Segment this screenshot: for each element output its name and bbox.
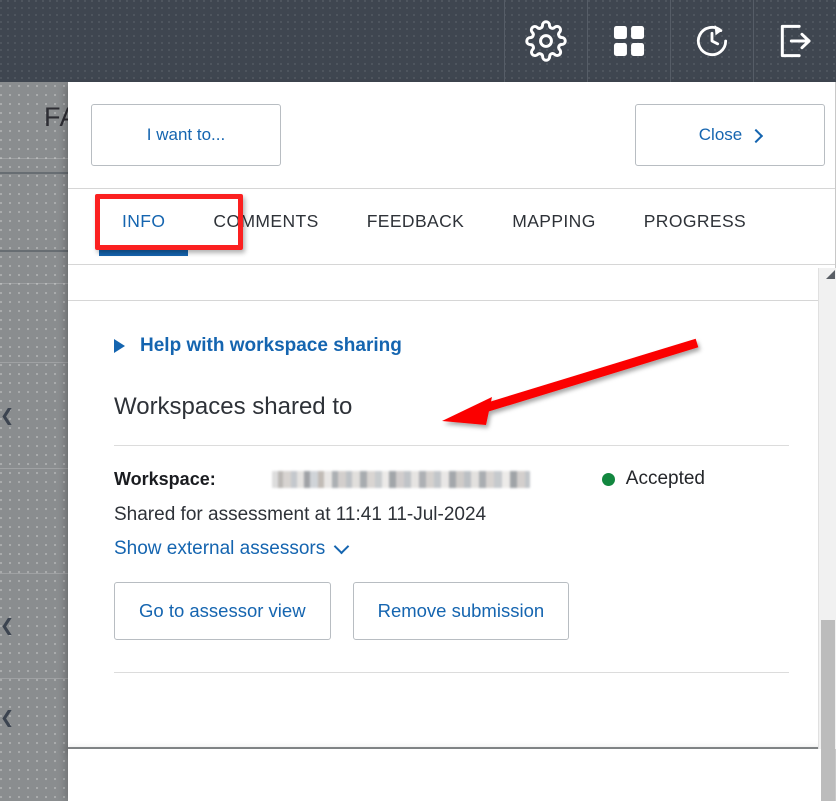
- status-dot-icon: [601, 472, 615, 486]
- i-want-to-label: I want to...: [146, 125, 226, 144]
- close-button[interactable]: Close: [635, 104, 825, 166]
- shared-for-assessment-text: Shared for assessment at 11:41 11-Jul-20…: [114, 504, 487, 525]
- tab-bar: INFO COMMENTS FEEDBACK MAPPING PROGRESS: [68, 188, 835, 265]
- settings-button[interactable]: [504, 0, 587, 82]
- go-to-assessor-view-button[interactable]: Go to assessor view: [114, 582, 331, 640]
- tab-comments-label: COMMENTS: [213, 211, 319, 231]
- apps-button[interactable]: [587, 0, 670, 82]
- gear-icon: [525, 20, 567, 62]
- workspace-actions: Go to assessor view Remove submission: [114, 582, 789, 640]
- chevron-left-icon[interactable]: ❮: [0, 407, 14, 425]
- tab-info[interactable]: INFO: [98, 189, 189, 264]
- close-label: Close: [698, 125, 743, 144]
- workspace-name-redacted: [272, 470, 530, 488]
- top-toolbar: [0, 0, 836, 82]
- app-root: FA ❮ ❮ ❮ I want to... Close INFO COMMENT…: [0, 0, 836, 801]
- clock-refresh-icon: [692, 21, 732, 61]
- workspace-entry-divider: [114, 672, 789, 673]
- panel-scrollbar[interactable]: [818, 268, 836, 801]
- info-tab-panel: Help with workspace sharing Workspaces s…: [68, 265, 835, 747]
- chevron-left-icon[interactable]: ❮: [0, 617, 14, 635]
- tab-feedback[interactable]: FEEDBACK: [343, 189, 489, 264]
- remove-submission-label: Remove submission: [377, 600, 545, 621]
- scrollbar-thumb[interactable]: [821, 620, 835, 801]
- chevron-left-icon[interactable]: ❮: [0, 709, 14, 727]
- tab-progress-label: PROGRESS: [643, 211, 747, 231]
- chevron-right-icon: [749, 128, 764, 144]
- scroll-up-arrow-icon[interactable]: [826, 270, 835, 279]
- section-title: Workspaces shared to: [114, 393, 353, 420]
- tab-comments[interactable]: COMMENTS: [189, 189, 342, 264]
- go-to-assessor-view-label: Go to assessor view: [139, 600, 306, 621]
- modal-footer-area: [68, 749, 836, 801]
- tab-feedback-label: FEEDBACK: [366, 211, 465, 231]
- chevron-down-icon: [333, 538, 350, 554]
- panel-content: Help with workspace sharing Workspaces s…: [68, 301, 835, 673]
- i-want-to-button[interactable]: I want to...: [91, 104, 281, 166]
- history-button[interactable]: [670, 0, 753, 82]
- info-panel-modal: I want to... Close INFO COMMENTS FEEDBAC…: [68, 82, 836, 749]
- logout-button[interactable]: [753, 0, 836, 82]
- modal-header: I want to... Close: [68, 82, 835, 188]
- panel-top-strip: [68, 265, 835, 301]
- status-badge: Accepted: [601, 468, 789, 490]
- section-divider: [114, 445, 789, 446]
- tab-info-label: INFO: [122, 211, 166, 231]
- status-label: Accepted: [625, 468, 705, 489]
- tab-mapping[interactable]: MAPPING: [488, 189, 620, 264]
- grid-apps-icon: [610, 22, 648, 60]
- logout-icon: [775, 21, 815, 61]
- tab-progress[interactable]: PROGRESS: [620, 189, 770, 264]
- workspace-row: Workspace: Accepted: [114, 468, 789, 490]
- triangle-right-expand-icon: [114, 339, 125, 353]
- help-link-label: Help with workspace sharing: [140, 335, 402, 356]
- workspace-label: Workspace:: [114, 468, 216, 489]
- show-external-assessors-label: Show external assessors: [114, 538, 326, 559]
- remove-submission-button[interactable]: Remove submission: [352, 582, 570, 640]
- help-with-workspace-sharing-link[interactable]: Help with workspace sharing: [114, 335, 789, 357]
- show-external-assessors-link[interactable]: Show external assessors: [114, 538, 350, 560]
- tab-mapping-label: MAPPING: [512, 211, 596, 231]
